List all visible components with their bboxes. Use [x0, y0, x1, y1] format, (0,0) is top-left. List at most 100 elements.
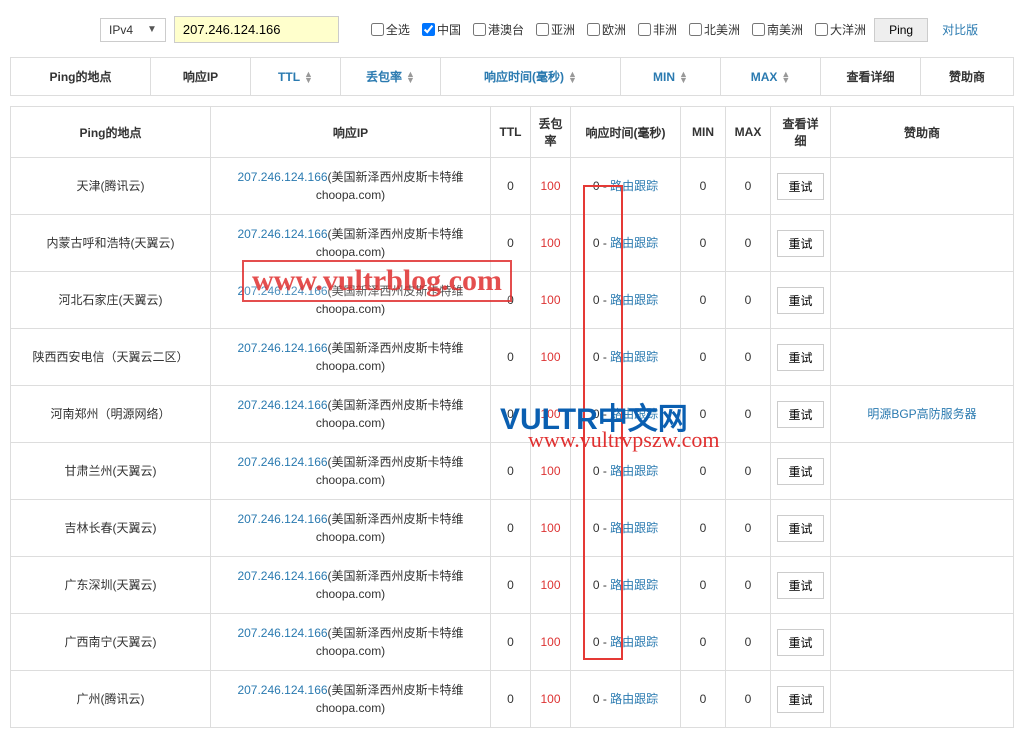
retry-button[interactable]: 重试 [777, 572, 823, 599]
region-checkbox-7[interactable]: 南美洲 [752, 21, 803, 38]
table-row: 吉林长春(天翼云)207.246.124.166(美国新泽西州皮斯卡特维 cho… [11, 500, 1014, 557]
cell-resp: 0 - 路由跟踪 [571, 386, 681, 443]
region-checkbox-8[interactable]: 大洋洲 [815, 21, 866, 38]
sponsor-link[interactable]: 明源BGP高防服务器 [867, 407, 976, 421]
cell-resp: 0 - 路由跟踪 [571, 443, 681, 500]
region-checkbox-input[interactable] [689, 23, 702, 36]
region-checkbox-input[interactable] [815, 23, 828, 36]
cell-detail: 重试 [771, 614, 831, 671]
region-checkbox-input[interactable] [638, 23, 651, 36]
sort-icon: ▲▼ [406, 71, 415, 83]
region-checkbox-input[interactable] [371, 23, 384, 36]
region-checkbox-6[interactable]: 北美洲 [689, 21, 740, 38]
cell-sponsor [831, 329, 1014, 386]
region-checkbox-4[interactable]: 欧洲 [587, 21, 626, 38]
resp-value: 0 - [593, 578, 610, 592]
route-trace-link[interactable]: 路由跟踪 [610, 635, 658, 649]
region-checkbox-1[interactable]: 中国 [422, 21, 461, 38]
cell-resp: 0 - 路由跟踪 [571, 614, 681, 671]
cell-detail: 重试 [771, 671, 831, 728]
region-checkbox-2[interactable]: 港澳台 [473, 21, 524, 38]
region-checkboxes: 全选中国 港澳台亚洲欧洲非洲北美洲 南美洲大洋洲 [371, 21, 866, 38]
header-cell-4[interactable]: 响应时间(毫秒)▲▼ [440, 58, 620, 95]
ping-button[interactable]: Ping [874, 18, 928, 42]
retry-button[interactable]: 重试 [777, 401, 823, 428]
region-checkbox-label: 南美洲 [767, 21, 803, 38]
region-checkbox-input[interactable] [587, 23, 600, 36]
ip-desc: (美国新泽西州皮斯卡特维 choopa.com) [316, 455, 464, 487]
ip-input[interactable] [174, 16, 339, 43]
cell-detail: 重试 [771, 557, 831, 614]
route-trace-link[interactable]: 路由跟踪 [610, 692, 658, 706]
cell-max: 0 [726, 215, 771, 272]
retry-button[interactable]: 重试 [777, 629, 823, 656]
route-trace-link[interactable]: 路由跟踪 [610, 350, 658, 364]
cell-resp: 0 - 路由跟踪 [571, 671, 681, 728]
ip-link[interactable]: 207.246.124.166 [237, 170, 327, 184]
resp-value: 0 - [593, 521, 610, 535]
cell-ttl: 0 [491, 386, 531, 443]
region-checkbox-input[interactable] [536, 23, 549, 36]
ip-desc: (美国新泽西州皮斯卡特维 choopa.com) [316, 626, 464, 658]
cell-sponsor [831, 671, 1014, 728]
cell-sponsor [831, 557, 1014, 614]
compare-link[interactable]: 对比版 [942, 21, 978, 38]
cell-resp: 0 - 路由跟踪 [571, 557, 681, 614]
ip-link[interactable]: 207.246.124.166 [237, 455, 327, 469]
header-cell-5[interactable]: MIN▲▼ [620, 58, 720, 95]
cell-ip: 207.246.124.166(美国新泽西州皮斯卡特维 choopa.com) [211, 671, 491, 728]
retry-button[interactable]: 重试 [777, 686, 823, 713]
ip-link[interactable]: 207.246.124.166 [237, 284, 327, 298]
ip-link[interactable]: 207.246.124.166 [237, 683, 327, 697]
header-cell-6[interactable]: MAX▲▼ [720, 58, 820, 95]
ip-link[interactable]: 207.246.124.166 [237, 569, 327, 583]
cell-max: 0 [726, 443, 771, 500]
ip-link[interactable]: 207.246.124.166 [237, 398, 327, 412]
ip-desc: (美国新泽西州皮斯卡特维 choopa.com) [316, 398, 464, 430]
header-label: 响应IP [183, 68, 218, 85]
table-row: 内蒙古呼和浩特(天翼云)207.246.124.166(美国新泽西州皮斯卡特维 … [11, 215, 1014, 272]
retry-button[interactable]: 重试 [777, 344, 823, 371]
retry-button[interactable]: 重试 [777, 458, 823, 485]
route-trace-link[interactable]: 路由跟踪 [610, 521, 658, 535]
sort-icon: ▲▼ [568, 71, 577, 83]
cell-sponsor [831, 215, 1014, 272]
route-trace-link[interactable]: 路由跟踪 [610, 236, 658, 250]
route-trace-link[interactable]: 路由跟踪 [610, 293, 658, 307]
cell-max: 0 [726, 386, 771, 443]
table-row: 河北石家庄(天翼云)207.246.124.166(美国新泽西州皮斯卡特维 ch… [11, 272, 1014, 329]
region-checkbox-input[interactable] [752, 23, 765, 36]
header-label: 赞助商 [949, 68, 985, 85]
ip-link[interactable]: 207.246.124.166 [237, 512, 327, 526]
th-ip: 响应IP [211, 107, 491, 158]
route-trace-link[interactable]: 路由跟踪 [610, 464, 658, 478]
region-checkbox-input[interactable] [473, 23, 486, 36]
header-label: TTL [278, 70, 300, 84]
cell-min: 0 [681, 158, 726, 215]
region-checkbox-label: 港澳台 [488, 21, 524, 38]
cell-location: 天津(腾讯云) [11, 158, 211, 215]
header-label: 丢包率 [366, 68, 402, 85]
route-trace-link[interactable]: 路由跟踪 [610, 407, 658, 421]
retry-button[interactable]: 重试 [777, 173, 823, 200]
region-checkbox-0[interactable]: 全选 [371, 21, 410, 38]
cell-min: 0 [681, 671, 726, 728]
table-row: 天津(腾讯云)207.246.124.166(美国新泽西州皮斯卡特维 choop… [11, 158, 1014, 215]
header-cell-3[interactable]: 丢包率 ▲▼ [340, 58, 440, 95]
route-trace-link[interactable]: 路由跟踪 [610, 578, 658, 592]
route-trace-link[interactable]: 路由跟踪 [610, 179, 658, 193]
retry-button[interactable]: 重试 [777, 230, 823, 257]
header-label: Ping的地点 [50, 68, 112, 85]
ip-link[interactable]: 207.246.124.166 [237, 227, 327, 241]
header-cell-2[interactable]: TTL▲▼ [250, 58, 340, 95]
cell-max: 0 [726, 158, 771, 215]
region-checkbox-3[interactable]: 亚洲 [536, 21, 575, 38]
region-checkbox-input[interactable] [422, 23, 435, 36]
table-row: 广州(腾讯云)207.246.124.166(美国新泽西州皮斯卡特维 choop… [11, 671, 1014, 728]
ip-link[interactable]: 207.246.124.166 [237, 626, 327, 640]
region-checkbox-5[interactable]: 非洲 [638, 21, 677, 38]
ip-version-select[interactable]: IPv4 ▼ [100, 18, 166, 42]
retry-button[interactable]: 重试 [777, 287, 823, 314]
retry-button[interactable]: 重试 [777, 515, 823, 542]
ip-link[interactable]: 207.246.124.166 [237, 341, 327, 355]
